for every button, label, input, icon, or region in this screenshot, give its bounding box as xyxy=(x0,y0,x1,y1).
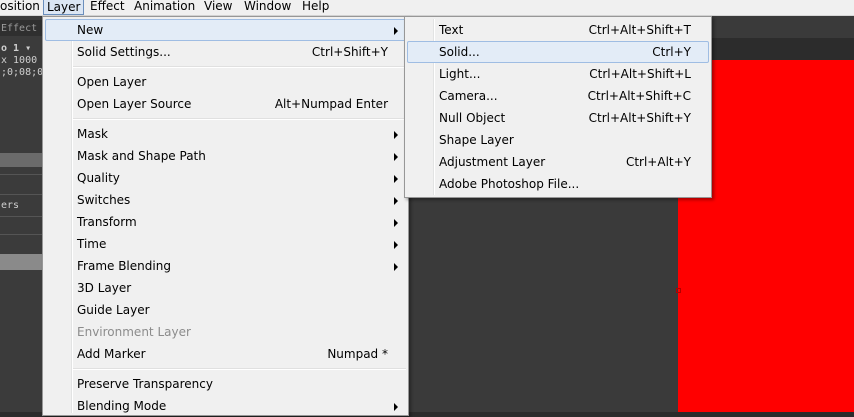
menu-item-new-photoshop-file[interactable]: Adobe Photoshop File... xyxy=(407,173,709,195)
menu-item-label: New xyxy=(77,23,104,37)
menu-effect[interactable]: Effect xyxy=(90,0,125,15)
menu-animation[interactable]: Animation xyxy=(134,0,195,15)
menu-item-shortcut: Ctrl+Alt+Shift+C xyxy=(587,89,691,103)
layers-header: ers xyxy=(1,200,20,211)
menu-item-mask[interactable]: Mask xyxy=(45,123,406,145)
selected-layer-row[interactable] xyxy=(0,254,42,270)
menu-item-label: Guide Layer xyxy=(77,303,150,317)
submenu-arrow-icon xyxy=(394,241,398,249)
menu-item-label: Shape Layer xyxy=(439,133,514,147)
menu-item-label: Switches xyxy=(77,193,131,207)
menu-view[interactable]: View xyxy=(204,0,232,15)
submenu-arrow-icon xyxy=(394,27,398,35)
menu-item-new-solid[interactable]: Solid... Ctrl+Y xyxy=(407,41,709,63)
layer-handle[interactable] xyxy=(676,288,681,293)
menu-item-new[interactable]: New xyxy=(45,19,406,41)
submenu-arrow-icon xyxy=(394,263,398,271)
menu-item-label: Adobe Photoshop File... xyxy=(439,177,580,191)
submenu-arrow-icon xyxy=(394,153,398,161)
menu-item-open-layer-source[interactable]: Open Layer Source Alt+Numpad Enter xyxy=(45,93,406,115)
menu-item-new-shape-layer[interactable]: Shape Layer xyxy=(407,129,709,151)
menu-item-new-light[interactable]: Light... Ctrl+Alt+Shift+L xyxy=(407,63,709,85)
divider-line xyxy=(0,216,42,217)
menu-item-shortcut: Numpad * xyxy=(327,347,388,361)
menu-separator xyxy=(73,66,406,68)
menu-item-label: Text xyxy=(439,23,464,37)
menu-item-label: 3D Layer xyxy=(77,281,132,295)
menu-item-label: Mask and Shape Path xyxy=(77,149,206,163)
comp-name[interactable]: o 1 ▾ xyxy=(1,43,31,54)
menu-item-label: Open Layer xyxy=(77,75,147,89)
menu-item-guide-layer[interactable]: Guide Layer xyxy=(45,299,406,321)
divider-line xyxy=(0,194,42,195)
panel-tab-row: Effect C xyxy=(0,20,49,36)
menu-item-new-text[interactable]: Text Ctrl+Alt+Shift+T xyxy=(407,19,709,41)
new-submenu: Text Ctrl+Alt+Shift+T Solid... Ctrl+Y Li… xyxy=(404,16,712,198)
menu-item-shortcut: Ctrl+Alt+Shift+Y xyxy=(588,111,691,125)
menu-item-shortcut: Ctrl+Alt+Shift+T xyxy=(588,23,691,37)
menu-help[interactable]: Help xyxy=(302,0,329,15)
menu-item-3d-layer[interactable]: 3D Layer xyxy=(45,277,406,299)
menu-composition[interactable]: osition xyxy=(0,0,40,15)
menu-item-shortcut: Ctrl+Alt+Shift+L xyxy=(589,67,691,81)
menu-item-blending-mode[interactable]: Blending Mode xyxy=(45,395,406,417)
layer-menu: New Solid Settings... Ctrl+Shift+Y Open … xyxy=(42,16,409,416)
menu-item-label: Frame Blending xyxy=(77,259,171,273)
menu-item-shortcut: Ctrl+Alt+Y xyxy=(625,155,691,169)
menu-item-label: Time xyxy=(77,237,107,251)
menu-item-label: Adjustment Layer xyxy=(439,155,546,169)
menu-item-label: Blending Mode xyxy=(77,399,167,413)
submenu-arrow-icon xyxy=(394,403,398,411)
menu-item-label: Light... xyxy=(439,67,481,81)
panel-divider xyxy=(0,153,42,167)
menubar: osition Layer Effect Animation View Wind… xyxy=(0,0,854,16)
menu-item-new-camera[interactable]: Camera... Ctrl+Alt+Shift+C xyxy=(407,85,709,107)
menu-layer[interactable]: Layer xyxy=(43,0,85,15)
menu-item-label: Quality xyxy=(77,171,120,185)
menu-item-preserve-transparency[interactable]: Preserve Transparency xyxy=(45,373,406,395)
menu-item-label: Solid... xyxy=(439,45,480,59)
menu-item-transform[interactable]: Transform xyxy=(45,211,406,233)
menu-item-time[interactable]: Time xyxy=(45,233,406,255)
menu-item-quality[interactable]: Quality xyxy=(45,167,406,189)
menu-item-mask-and-shape-path[interactable]: Mask and Shape Path xyxy=(45,145,406,167)
menu-item-shortcut: Ctrl+Shift+Y xyxy=(311,45,388,59)
menu-item-open-layer[interactable]: Open Layer xyxy=(45,71,406,93)
submenu-arrow-icon xyxy=(394,197,398,205)
menu-item-label: Preserve Transparency xyxy=(77,377,213,391)
menu-window[interactable]: Window xyxy=(244,0,291,15)
submenu-arrow-icon xyxy=(394,131,398,139)
menu-item-label: Null Object xyxy=(439,111,506,125)
project-panel: Effect C o 1 ▾ x 1000 ( ;0;08;00, ers xyxy=(0,16,55,412)
menu-item-label: Open Layer Source xyxy=(77,97,192,111)
submenu-arrow-icon xyxy=(394,175,398,183)
divider-line xyxy=(0,234,42,235)
menu-item-frame-blending[interactable]: Frame Blending xyxy=(45,255,406,277)
menu-item-switches[interactable]: Switches xyxy=(45,189,406,211)
submenu-arrow-icon xyxy=(394,219,398,227)
menu-item-new-adjustment-layer[interactable]: Adjustment Layer Ctrl+Alt+Y xyxy=(407,151,709,173)
menu-item-label: Solid Settings... xyxy=(77,45,171,59)
menu-separator xyxy=(73,368,406,370)
menu-item-label: Mask xyxy=(77,127,108,141)
menu-item-label: Transform xyxy=(77,215,137,229)
menu-item-label: Camera... xyxy=(439,89,498,103)
menu-item-solid-settings[interactable]: Solid Settings... Ctrl+Shift+Y xyxy=(45,41,406,63)
menu-item-label: Add Marker xyxy=(77,347,146,361)
menu-item-shortcut: Alt+Numpad Enter xyxy=(274,97,388,111)
divider-line xyxy=(0,174,42,175)
menu-item-environment-layer: Environment Layer xyxy=(45,321,406,343)
menu-item-add-marker[interactable]: Add Marker Numpad * xyxy=(45,343,406,365)
menu-item-label: Environment Layer xyxy=(77,325,191,339)
menu-item-shortcut: Ctrl+Y xyxy=(652,45,691,59)
menu-item-new-null-object[interactable]: Null Object Ctrl+Alt+Shift+Y xyxy=(407,107,709,129)
menu-separator xyxy=(73,118,406,120)
